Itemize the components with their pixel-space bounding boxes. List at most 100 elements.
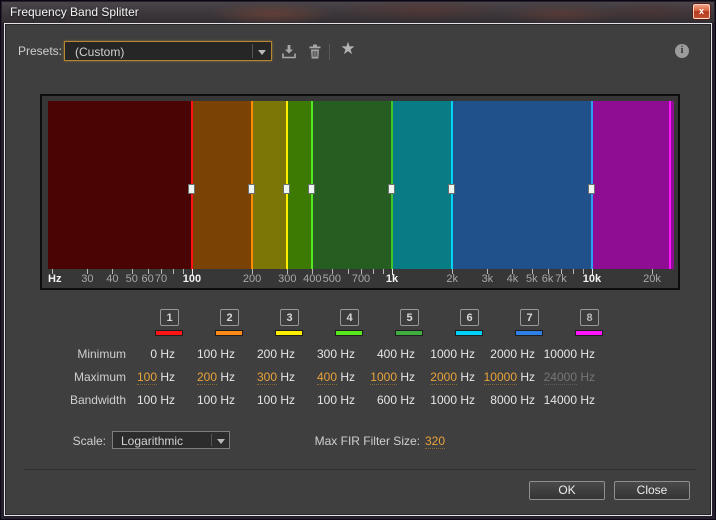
- save-preset-icon[interactable]: [280, 43, 298, 61]
- scale-dropdown[interactable]: Logarithmic: [112, 431, 230, 449]
- frequency-band-8: [592, 101, 674, 269]
- bandwidth-value-band-8: 14000 Hz: [535, 393, 595, 407]
- axis-tick-label: 700: [352, 273, 370, 285]
- frequency-axis: Hz30405060701002003004005007001k2k3k4k5k…: [48, 269, 674, 286]
- band-color-swatch-6: [455, 330, 483, 336]
- band-divider-line: [669, 101, 671, 269]
- toolbar-separator: [329, 44, 330, 60]
- dropdown-separator: [211, 434, 212, 446]
- bandwidth-value-band-7: 8000 Hz: [475, 393, 535, 407]
- axis-tick-label: 70: [155, 273, 167, 285]
- frequency-unit: Hz: [337, 370, 355, 384]
- scale-label: Scale:: [46, 434, 106, 448]
- band-color-swatch-3: [275, 330, 303, 336]
- band-divider-handle[interactable]: [188, 184, 195, 194]
- editable-frequency-value[interactable]: 100: [137, 370, 157, 385]
- axis-tick-label: 50: [126, 273, 138, 285]
- frequency-unit: Hz: [517, 370, 535, 384]
- editable-frequency-value[interactable]: 300: [257, 370, 277, 385]
- close-button[interactable]: Close: [614, 481, 690, 500]
- maximum-value-band-3: 300 Hz: [235, 370, 295, 384]
- ok-button[interactable]: OK: [529, 481, 605, 500]
- editable-frequency-value[interactable]: 400: [317, 370, 337, 385]
- band-divider-handle[interactable]: [248, 184, 255, 194]
- presets-selected-value: (Custom): [75, 45, 124, 59]
- frequency-unit: Hz: [217, 370, 235, 384]
- editable-frequency-value[interactable]: 200: [197, 370, 217, 385]
- band-select-button-1[interactable]: 1: [160, 309, 179, 326]
- band-select-button-3[interactable]: 3: [280, 309, 299, 326]
- band-divider-handle[interactable]: [588, 184, 595, 194]
- maximum-value-band-1: 100 Hz: [115, 370, 175, 384]
- frequency-unit: Hz: [577, 370, 595, 384]
- bandwidth-value-band-3: 100 Hz: [235, 393, 295, 407]
- frequency-band-2: [192, 101, 252, 269]
- frequency-band-5: [312, 101, 392, 269]
- editable-frequency-value[interactable]: 1000: [370, 370, 397, 385]
- frequency-unit: Hz: [277, 370, 295, 384]
- title-bar[interactable]: Frequency Band Splitter x: [2, 2, 714, 23]
- band-divider-handle[interactable]: [448, 184, 455, 194]
- window-close-button[interactable]: x: [693, 4, 710, 19]
- max-fir-filter-size-label: Max FIR Filter Size:: [260, 434, 420, 448]
- frequency-band-3: [252, 101, 287, 269]
- maximum-row-label: Maximum: [16, 370, 126, 384]
- axis-tick: [383, 269, 384, 274]
- frequency-unit: Hz: [457, 370, 475, 384]
- max-fir-filter-size-value[interactable]: 320: [425, 434, 445, 449]
- frequency-band-1: [48, 101, 192, 269]
- band-color-swatch-7: [515, 330, 543, 336]
- band-color-swatch-4: [335, 330, 363, 336]
- band-select-button-7[interactable]: 7: [520, 309, 539, 326]
- maximum-value-band-4: 400 Hz: [295, 370, 355, 384]
- band-color-swatch-1: [155, 330, 183, 336]
- axis-tick-label: 4k: [507, 273, 519, 285]
- maximum-value-band-8: 24000 Hz: [535, 370, 595, 384]
- footer-divider: [24, 469, 696, 470]
- scale-selected-value: Logarithmic: [121, 434, 183, 448]
- band-divider-handle[interactable]: [308, 184, 315, 194]
- favorite-star-icon[interactable]: ★: [338, 40, 358, 60]
- axis-tick-label: 6k: [542, 273, 554, 285]
- band-select-button-2[interactable]: 2: [220, 309, 239, 326]
- axis-tick: [573, 269, 574, 274]
- axis-tick-label: Hz: [48, 273, 61, 285]
- frequency-band-6: [392, 101, 452, 269]
- band-select-button-4[interactable]: 4: [340, 309, 359, 326]
- minimum-value-band-1: 0 Hz: [115, 347, 175, 361]
- chevron-down-icon: [258, 50, 266, 55]
- maximum-value-band-5: 1000 Hz: [355, 370, 415, 384]
- frequency-unit: Hz: [157, 370, 175, 384]
- band-select-button-6[interactable]: 6: [460, 309, 479, 326]
- axis-tick-label: 500: [323, 273, 341, 285]
- band-select-button-8[interactable]: 8: [580, 309, 599, 326]
- presets-label: Presets:: [18, 44, 60, 58]
- frequency-band-splitter-dialog: Frequency Band Splitter x Presets: (Cust…: [0, 0, 716, 520]
- bandwidth-value-band-5: 600 Hz: [355, 393, 415, 407]
- frequency-band-7: [452, 101, 592, 269]
- band-divider-handle[interactable]: [283, 184, 290, 194]
- axis-tick-label: 400: [303, 273, 321, 285]
- info-icon[interactable]: i: [675, 44, 689, 58]
- window-title: Frequency Band Splitter: [10, 5, 139, 19]
- bandwidth-row-label: Bandwidth: [16, 393, 126, 407]
- presets-dropdown[interactable]: (Custom): [64, 41, 272, 61]
- window-frame: Presets: (Custom) ★ i: [4, 23, 712, 516]
- axis-tick: [348, 269, 349, 274]
- editable-frequency-value[interactable]: 2000: [430, 370, 457, 385]
- frequency-spectrum-panel: Hz30405060701002003004005007001k2k3k4k5k…: [40, 94, 680, 290]
- delete-preset-icon[interactable]: [306, 43, 324, 61]
- axis-tick-label: 200: [243, 273, 261, 285]
- minimum-value-band-6: 1000 Hz: [415, 347, 475, 361]
- spectrum-plot[interactable]: [48, 101, 674, 269]
- band-select-button-5[interactable]: 5: [400, 309, 419, 326]
- axis-tick-label: 7k: [555, 273, 567, 285]
- minimum-value-band-2: 100 Hz: [175, 347, 235, 361]
- axis-tick-label: 5k: [526, 273, 538, 285]
- editable-frequency-value[interactable]: 10000: [484, 370, 517, 385]
- minimum-value-band-5: 400 Hz: [355, 347, 415, 361]
- dialog-client-area: Presets: (Custom) ★ i: [5, 24, 711, 515]
- axis-tick-label: 3k: [482, 273, 494, 285]
- chevron-down-icon: [217, 439, 225, 444]
- band-divider-handle[interactable]: [388, 184, 395, 194]
